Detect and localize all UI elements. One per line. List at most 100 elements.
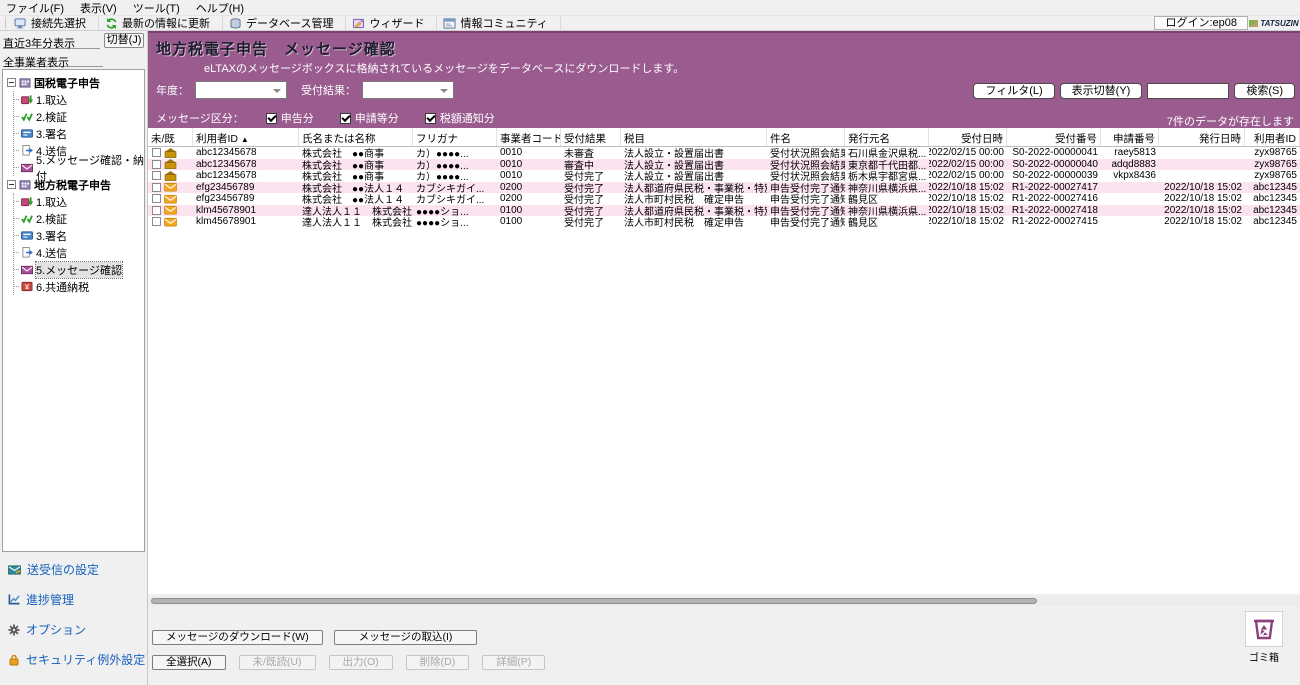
- table-cell: abc12345678: [196, 170, 257, 182]
- table-cell: [1159, 159, 1245, 171]
- column-header[interactable]: 事業者コード: [497, 128, 561, 146]
- toolbar-button-label: 接続先選択: [31, 18, 86, 30]
- column-header[interactable]: 受付結果: [561, 128, 621, 146]
- switch-period-button[interactable]: 切替(J): [104, 33, 144, 48]
- sidebar-link[interactable]: オプション: [8, 621, 145, 638]
- menu-item[interactable]: ファイル(F): [6, 0, 64, 16]
- search-input[interactable]: [1147, 83, 1230, 99]
- tree-item[interactable]: 2.検証: [14, 210, 144, 227]
- category-checkbox[interactable]: 申告分: [265, 110, 314, 126]
- tree-item[interactable]: 2.検証: [14, 108, 144, 125]
- table-cell: adqd8883: [1111, 158, 1157, 170]
- sidebar-link[interactable]: セキュリティ例外設定: [8, 651, 145, 668]
- row-checkbox[interactable]: [152, 217, 161, 227]
- select-all-button[interactable]: 全選択(A): [152, 655, 226, 670]
- checkbox-icon[interactable]: [424, 112, 436, 124]
- checkbox-icon[interactable]: [339, 112, 351, 124]
- table-cell: カ）●●●●...: [416, 172, 469, 182]
- delete-button[interactable]: 削除(D): [405, 655, 470, 670]
- column-header[interactable]: 申請番号: [1101, 128, 1159, 146]
- column-header[interactable]: 税目: [621, 128, 767, 146]
- year-select[interactable]: [195, 81, 287, 99]
- table-cell: R1-2022-00027415: [1011, 216, 1098, 228]
- download-messages-button[interactable]: メッセージのダウンロード(W): [152, 630, 323, 645]
- tree-root[interactable]: 国税電子申告: [7, 74, 144, 91]
- tree-item[interactable]: 6.共通納税: [14, 278, 144, 295]
- table-cell: 達人法人１１ 株式会社: [302, 218, 412, 228]
- paytax-icon: [21, 281, 33, 292]
- row-checkbox[interactable]: [152, 148, 161, 158]
- table-row[interactable]: efg23456789 株式会社 ●●法人１４ カブシキガイ... 0200 受付完了 法…: [148, 193, 1300, 205]
- column-header[interactable]: 利用者ID: [1245, 128, 1300, 146]
- building-icon: [19, 77, 31, 88]
- tree-item[interactable]: 4.送信: [14, 244, 144, 261]
- result-select[interactable]: [362, 81, 454, 99]
- column-header[interactable]: 件名: [767, 128, 845, 146]
- scrollbar-thumb[interactable]: [151, 598, 1037, 604]
- export-button[interactable]: 出力(O): [328, 655, 393, 670]
- column-header[interactable]: 未/既: [148, 128, 193, 146]
- row-checkbox[interactable]: [152, 182, 161, 192]
- envelope-closed-icon: [164, 182, 177, 192]
- table-cell: 株式会社 ●●商事: [302, 172, 385, 182]
- search-button[interactable]: 検索(S): [1234, 83, 1295, 99]
- table-cell: 神奈川県横浜県...: [848, 183, 927, 193]
- column-header[interactable]: 受付日時: [929, 128, 1007, 146]
- table-row[interactable]: abc12345678 株式会社 ●●商事 カ）●●●●... 0010 受付完了 法人設…: [148, 170, 1300, 182]
- toolbar-button[interactable]: 情報コミュニティ: [437, 16, 561, 30]
- toolbar-button[interactable]: データベース管理: [223, 16, 347, 30]
- row-checkbox[interactable]: [152, 159, 161, 169]
- sidebar-link[interactable]: 送受信の設定: [8, 561, 145, 578]
- toolbar-button[interactable]: ウィザード: [346, 16, 438, 30]
- header-buttons: フィルタ(L) 表示切替(Y) 検索(S): [973, 83, 1295, 99]
- category-checkbox[interactable]: 申請等分: [339, 110, 399, 126]
- row-checkbox[interactable]: [152, 171, 161, 181]
- row-checkbox[interactable]: [152, 194, 161, 204]
- trash-button[interactable]: [1245, 611, 1283, 647]
- tree-item-label: 5.メッセージ確認: [35, 260, 123, 279]
- menu-item[interactable]: ヘルプ(H): [196, 0, 244, 16]
- column-header[interactable]: 利用者ID ▲: [193, 128, 299, 146]
- menu-item[interactable]: ツール(T): [133, 0, 180, 16]
- column-header[interactable]: 発行日時: [1159, 128, 1245, 146]
- tree-item[interactable]: 3.署名: [14, 125, 144, 142]
- import-icon: [21, 94, 33, 105]
- checkbox-icon[interactable]: [265, 112, 277, 124]
- column-header[interactable]: 氏名または名称: [299, 128, 413, 146]
- read-status-cell: [148, 182, 193, 194]
- sidebar: 直近3年分表示 切替(J) 全事業者表示 国税電子申告 1.取込 2.検証 3.署名 4…: [0, 31, 148, 685]
- toolbar-button[interactable]: 最新の情報に更新: [99, 16, 223, 30]
- column-header-label: 件名: [770, 133, 791, 145]
- table-row[interactable]: klm45678901 達人法人１１ 株式会社 ●●●●ショ... 0100 受付完了 法…: [148, 216, 1300, 228]
- table-cell: 受付完了: [564, 206, 604, 216]
- detail-button[interactable]: 詳細(P): [482, 655, 546, 670]
- table-cell: 申告受付完了通知: [770, 206, 845, 216]
- sidebar-link[interactable]: 進捗管理: [8, 591, 145, 608]
- read-toggle-button[interactable]: 未/既読(U): [238, 655, 316, 670]
- collapse-icon[interactable]: [7, 180, 16, 189]
- tree-item[interactable]: 1.取込: [14, 91, 144, 108]
- column-header-label: 受付日時: [961, 133, 1003, 145]
- menu-item[interactable]: 表示(V): [80, 0, 117, 16]
- verify-icon: [21, 213, 33, 224]
- tree-item[interactable]: 1.取込: [14, 193, 144, 210]
- filter-button[interactable]: フィルタ(L): [973, 83, 1055, 99]
- view-toggle-button[interactable]: 表示切替(Y): [1059, 83, 1143, 99]
- column-header[interactable]: 受付番号: [1007, 128, 1101, 146]
- collapse-icon[interactable]: [7, 78, 16, 87]
- horizontal-scrollbar[interactable]: [148, 596, 1300, 606]
- table-row[interactable]: abc12345678 株式会社 ●●商事 カ）●●●●... 0010 審査中 法人設立…: [148, 158, 1300, 171]
- tree-item[interactable]: 3.署名: [14, 227, 144, 244]
- category-checkbox[interactable]: 税額通知分: [424, 110, 495, 126]
- table-row[interactable]: klm45678901 達人法人１１ 株式会社 ●●●●ショ... 0100 受付完了 法…: [148, 204, 1300, 216]
- table-row[interactable]: efg23456789 株式会社 ●●法人１４ カブシキガイ... 0200 受付完了 法…: [148, 181, 1300, 194]
- tree-item[interactable]: 5.メッセージ確認・納付: [14, 155, 144, 183]
- table-row[interactable]: abc12345678 株式会社 ●●商事 カ）●●●●... 0010 未審査 法人設立…: [148, 147, 1300, 159]
- column-header[interactable]: フリガナ: [413, 128, 497, 146]
- import-messages-button[interactable]: メッセージの取込(I): [333, 630, 478, 645]
- mail-settings-icon: [8, 564, 21, 575]
- toolbar-button[interactable]: 接続先選択: [8, 16, 99, 30]
- column-header[interactable]: 発行元名: [845, 128, 929, 146]
- tree-item[interactable]: 5.メッセージ確認: [14, 260, 144, 279]
- row-checkbox[interactable]: [152, 205, 161, 215]
